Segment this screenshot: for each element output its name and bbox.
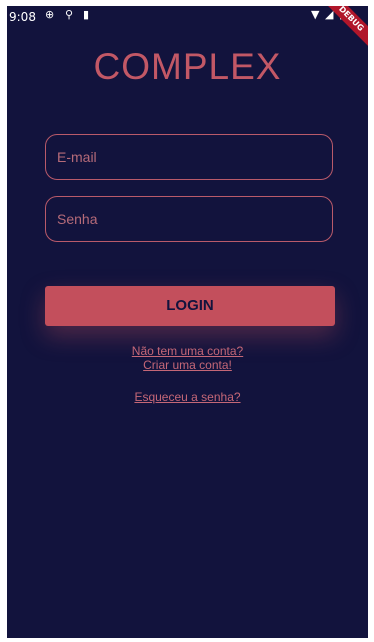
usb-icon: ⚲ [65, 8, 74, 21]
password-placeholder: Senha [57, 211, 98, 227]
app-title: COMPLEX [93, 46, 282, 87]
status-time: 9:08 [9, 10, 36, 24]
sync-icon: ⊕ [45, 8, 55, 21]
create-account-link[interactable]: Criar uma conta! [7, 358, 368, 372]
email-placeholder: E-mail [57, 149, 97, 165]
app-screen: 9:08 ⊕ ⚲ ▮ ▼ ◢ ▮ DEBUG COMPLEX E-mail Se… [7, 6, 368, 638]
login-button[interactable]: LOGIN [45, 286, 335, 326]
wifi-icon: ▼ [311, 8, 320, 21]
forgot-password-link[interactable]: Esqueceu a senha? [7, 390, 368, 404]
no-account-link[interactable]: Não tem uma conta? [7, 344, 368, 358]
status-bar: 9:08 ⊕ ⚲ ▮ ▼ ◢ ▮ DEBUG [7, 6, 368, 49]
sd-card-icon: ▮ [83, 8, 90, 21]
email-field[interactable]: E-mail [45, 134, 333, 180]
password-field[interactable]: Senha [45, 196, 333, 242]
